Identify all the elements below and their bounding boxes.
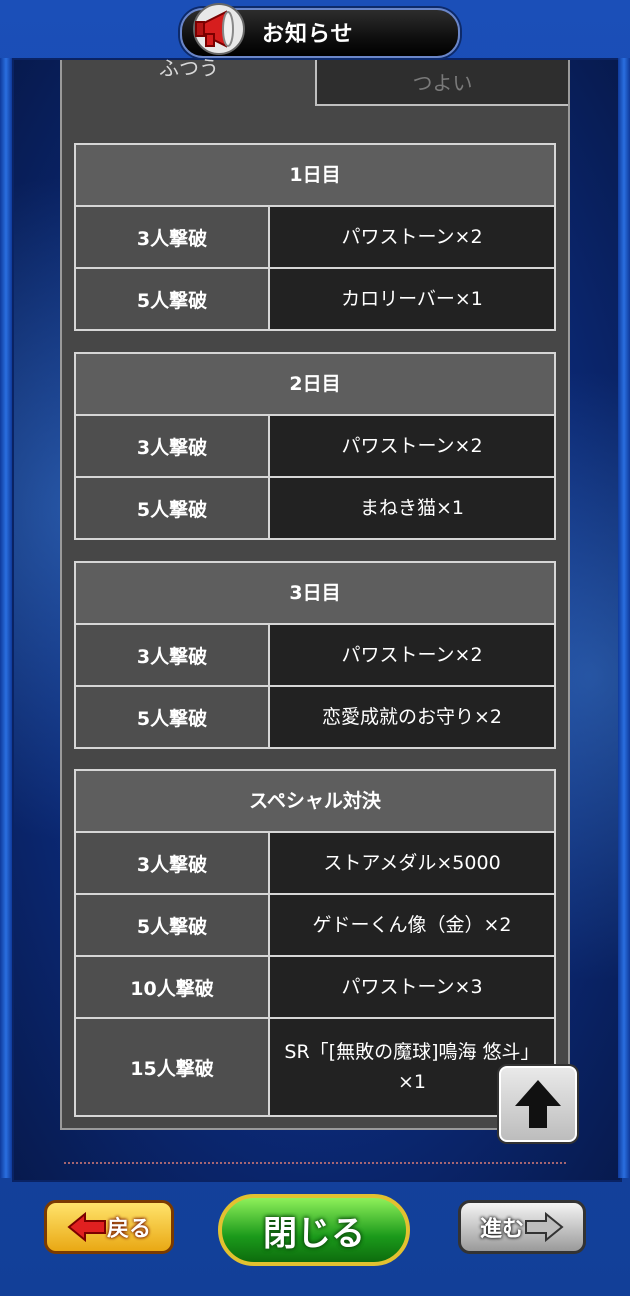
table-row: 5人撃破 恋愛成就のお守り×2: [76, 687, 554, 747]
tab-normal[interactable]: ふつう: [62, 58, 316, 108]
reward-cell: パワストーン×2: [270, 625, 554, 685]
arrow-right-icon: [525, 1212, 564, 1242]
megaphone-icon: [193, 3, 245, 55]
section-title: スペシャル対決: [76, 771, 554, 833]
header-title: お知らせ: [262, 22, 354, 47]
left-frame-strip: [0, 58, 12, 1178]
back-button[interactable]: 戻る: [44, 1200, 174, 1254]
section-title: 2日目: [76, 354, 554, 416]
table-row: 5人撃破 ゲドーくん像（金）×2: [76, 895, 554, 957]
table-row: 3人撃破 パワストーン×2: [76, 625, 554, 687]
table-row: 3人撃破 パワストーン×2: [76, 416, 554, 478]
reward-table-day3: 3日目 3人撃破 パワストーン×2 5人撃破 恋愛成就のお守り×2: [74, 561, 556, 749]
reward-cell: 恋愛成就のお守り×2: [270, 687, 554, 747]
next-button[interactable]: 進む: [458, 1200, 586, 1254]
reward-cell: パワストーン×2: [270, 416, 554, 476]
section-title: 1日目: [76, 145, 554, 207]
condition-cell: 5人撃破: [76, 687, 270, 747]
close-button[interactable]: 閉じる: [218, 1194, 410, 1266]
reward-cell: パワストーン×3: [270, 957, 554, 1017]
condition-cell: 5人撃破: [76, 895, 270, 955]
condition-cell: 3人撃破: [76, 207, 270, 267]
reward-cell: ストアメダル×5000: [270, 833, 554, 893]
condition-cell: 15人撃破: [76, 1019, 270, 1115]
footer-divider: [64, 1162, 566, 1166]
arrow-left-icon: [67, 1212, 106, 1242]
reward-cell: ゲドーくん像（金）×2: [270, 895, 554, 955]
condition-cell: 5人撃破: [76, 478, 270, 538]
table-row: 3人撃破 ストアメダル×5000: [76, 833, 554, 895]
condition-cell: 10人撃破: [76, 957, 270, 1017]
condition-cell: 3人撃破: [76, 625, 270, 685]
reward-cell: カロリーバー×1: [270, 269, 554, 329]
tab-normal-label: ふつう: [159, 56, 219, 80]
condition-cell: 3人撃破: [76, 833, 270, 893]
scroll-top-button[interactable]: [499, 1066, 577, 1142]
table-row: 5人撃破 カロリーバー×1: [76, 269, 554, 329]
reward-cell: パワストーン×2: [270, 207, 554, 267]
table-row: 15人撃破 SR「[無敗の魔球]鳴海 悠斗」×1: [76, 1019, 554, 1115]
condition-cell: 5人撃破: [76, 269, 270, 329]
tab-strong[interactable]: つよい: [315, 60, 568, 106]
arrow-up-icon: [515, 1080, 561, 1128]
table-row: 5人撃破 まねき猫×1: [76, 478, 554, 538]
table-row: 3人撃破 パワストーン×2: [76, 207, 554, 269]
reward-table-day1: 1日目 3人撃破 パワストーン×2 5人撃破 カロリーバー×1: [74, 143, 556, 331]
section-title: 3日目: [76, 563, 554, 625]
reward-table-day2: 2日目 3人撃破 パワストーン×2 5人撃破 まねき猫×1: [74, 352, 556, 540]
reward-table-special: スペシャル対決 3人撃破 ストアメダル×5000 5人撃破 ゲドーくん像（金）×…: [74, 769, 556, 1117]
reward-cell: まねき猫×1: [270, 478, 554, 538]
table-row: 10人撃破 パワストーン×3: [76, 957, 554, 1019]
right-frame-strip: [618, 58, 630, 1178]
condition-cell: 3人撃破: [76, 416, 270, 476]
next-button-label: 進む: [479, 1217, 524, 1242]
back-button-label: 戻る: [106, 1217, 151, 1242]
